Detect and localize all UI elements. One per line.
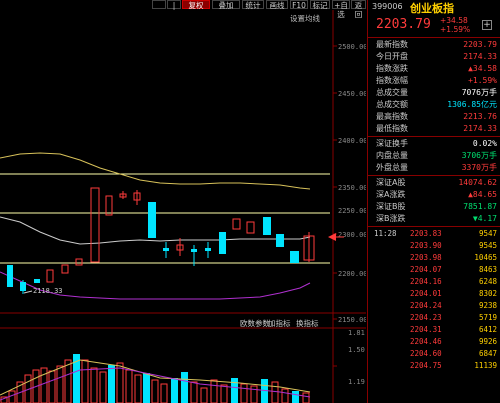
divider bbox=[368, 175, 500, 176]
quote-row: 深证换手 0.02% bbox=[376, 139, 497, 148]
index-name: 创业板指 bbox=[410, 2, 454, 15]
quote-row: 深证A股 14074.62 bbox=[376, 178, 497, 187]
candle-down bbox=[205, 248, 211, 251]
candle-up bbox=[75, 258, 83, 266]
candle-up bbox=[90, 187, 100, 263]
candle-down bbox=[148, 202, 156, 238]
add-indicator-tab[interactable]: 加指标 bbox=[268, 318, 291, 329]
quote-row: 外盘总量 3370万手 bbox=[376, 163, 497, 172]
quote-panel: 399006 创业板指 2203.79 +34.58 +1.59% + 最新指数… bbox=[367, 0, 500, 403]
candle-down bbox=[290, 251, 299, 263]
tick-row: 2204.23 5719 bbox=[410, 313, 497, 322]
candle-up bbox=[105, 195, 113, 216]
current-price-arrow bbox=[328, 233, 336, 241]
tick-row: 2203.90 9545 bbox=[410, 241, 497, 250]
quote-row: 总成交额 1306.85亿元 bbox=[376, 100, 497, 109]
change-percent: +1.59% bbox=[440, 25, 471, 34]
candle-up bbox=[232, 218, 241, 230]
quote-price-row: 2203.79 +34.58 +1.59% + bbox=[368, 15, 500, 37]
quote-row: 最新指数 2203.79 bbox=[376, 40, 497, 49]
tick-row: 2203.98 10465 bbox=[410, 253, 497, 262]
indicator-params-tab[interactable]: 欧数参数 bbox=[240, 318, 270, 329]
tick-row: 2204.75 11139 bbox=[410, 361, 497, 370]
ma-line-yellow bbox=[0, 152, 311, 190]
add-icon[interactable]: + bbox=[482, 20, 492, 30]
tick-row: 2204.16 6248 bbox=[410, 277, 497, 286]
candle-down bbox=[163, 248, 169, 251]
candle-down bbox=[7, 265, 13, 287]
tick-row: 2204.01 8302 bbox=[410, 289, 497, 298]
quote-row: 深证B股 7851.87 bbox=[376, 202, 497, 211]
switch-indicator-tab[interactable]: 换指标 bbox=[296, 318, 319, 329]
tick-row: 11:28 2203.83 9547 bbox=[374, 229, 497, 238]
quote-row: 指数涨幅 +1.59% bbox=[376, 76, 497, 85]
low-price-label: 2118.33 bbox=[33, 287, 63, 295]
quote-row: 深B涨跌 ▼4.17 bbox=[376, 214, 497, 223]
divider bbox=[368, 136, 500, 137]
quote-row: 内盘总量 3706万手 bbox=[376, 151, 497, 160]
divider bbox=[368, 37, 500, 38]
index-code: 399006 bbox=[372, 2, 403, 11]
quote-title-row: 399006 创业板指 bbox=[368, 0, 500, 15]
tick-row: 2204.46 9926 bbox=[410, 337, 497, 346]
indicator-axis-label: 1.19 bbox=[348, 378, 365, 386]
low-pointer bbox=[23, 290, 33, 294]
candle-down bbox=[191, 249, 197, 252]
candle-down bbox=[219, 232, 226, 254]
tick-row: 2204.31 6412 bbox=[410, 325, 497, 334]
candle-down bbox=[276, 234, 284, 247]
candle-up bbox=[46, 269, 54, 283]
current-price: 2203.79 bbox=[376, 17, 431, 32]
quote-row: 指数涨跌 ▲34.58 bbox=[376, 64, 497, 73]
candle-down bbox=[263, 217, 271, 235]
candle-down bbox=[34, 279, 40, 283]
indicator-axis: 1.81 1.50 1.19 bbox=[348, 329, 365, 386]
indicator-bars bbox=[0, 354, 310, 403]
tick-row: 2204.24 9238 bbox=[410, 301, 497, 310]
indicator-header: 欧数参数 加指标 换指标 bbox=[0, 318, 366, 328]
price-overlay: 2118.33 1.81 1.50 1.19 bbox=[0, 152, 365, 403]
change-value: +34.58 bbox=[440, 16, 468, 25]
quote-row: 深A涨跌 ▲84.65 bbox=[376, 190, 497, 199]
quote-row: 最低指数 2174.33 bbox=[376, 124, 497, 133]
price-change: +34.58 +1.59% bbox=[440, 16, 470, 34]
tick-row: 2204.60 6847 bbox=[410, 349, 497, 358]
candle-up bbox=[61, 264, 69, 274]
quote-row: 最高指数 2213.76 bbox=[376, 112, 497, 121]
quote-row: 总成交量 7076万手 bbox=[376, 88, 497, 97]
quote-row: 今日开盘 2174.33 bbox=[376, 52, 497, 61]
tick-row: 2204.07 8463 bbox=[410, 265, 497, 274]
candle-up bbox=[246, 221, 255, 234]
indicator-axis-label: 1.50 bbox=[348, 346, 365, 354]
indicator-axis-label: 1.81 bbox=[348, 329, 365, 337]
divider bbox=[368, 226, 500, 227]
